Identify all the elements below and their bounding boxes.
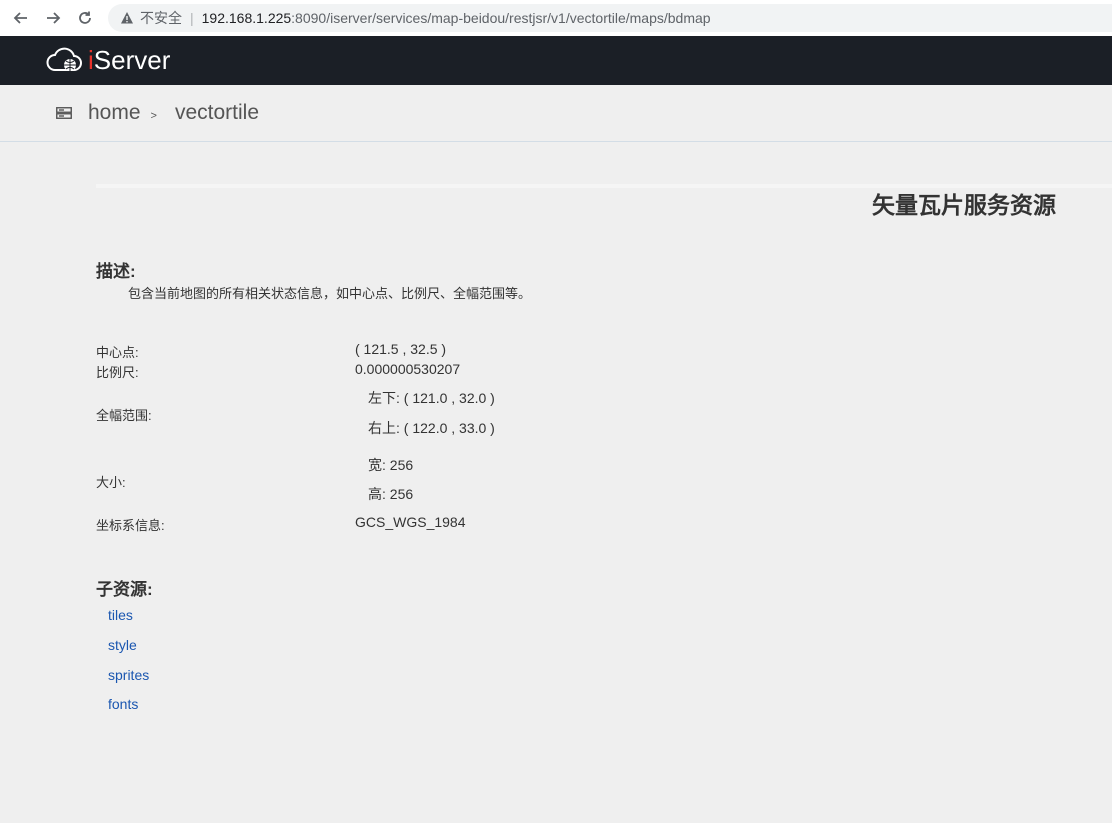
page-title: 矢量瓦片服务资源 <box>872 192 1056 218</box>
link-tiles[interactable]: tiles <box>108 607 133 623</box>
iserver-logo[interactable]: iServer <box>46 44 170 76</box>
url-divider: | <box>190 10 194 26</box>
bounds-upper-right: 右上: ( 122.0 , 33.0 ) <box>368 420 495 436</box>
server-list-icon <box>56 107 72 119</box>
crs-label: 坐标系信息: <box>96 518 165 533</box>
app-header: iServer <box>0 36 1112 85</box>
browser-toolbar: 不安全 | 192.168.1.225:8090/iserver/service… <box>0 0 1112 36</box>
center-value: ( 121.5 , 32.5 ) <box>355 341 447 357</box>
url-path: :8090/iserver/services/map-beidou/restjs… <box>291 10 711 26</box>
scale-value: 0.000000530207 <box>355 361 461 377</box>
size-width: 宽: 256 <box>368 457 414 473</box>
back-button[interactable] <box>5 0 37 36</box>
bounds-lower-left: 左下: ( 121.0 , 32.0 ) <box>368 390 495 406</box>
logo-text: iServer <box>88 45 170 76</box>
url-host: 192.168.1.225 <box>201 10 292 26</box>
scale-label: 比例尺: <box>96 365 139 380</box>
arrow-right-icon <box>47 12 61 24</box>
link-sprites[interactable]: sprites <box>108 667 149 683</box>
size-label: 大小: <box>96 475 126 490</box>
link-fonts[interactable]: fonts <box>108 696 138 712</box>
forward-button[interactable] <box>37 0 69 36</box>
children-heading: 子资源: <box>96 580 153 599</box>
breadcrumb-separator: > <box>150 110 157 122</box>
reload-button[interactable] <box>69 0 101 36</box>
logo-server: Server <box>93 44 171 75</box>
breadcrumb-current[interactable]: vectortile <box>175 101 259 125</box>
bounds-label: 全幅范围: <box>96 408 152 423</box>
breadcrumb: home > vectortile <box>0 85 1112 142</box>
description-text: 包含当前地图的所有相关状态信息，如中心点、比例尺、全幅范围等。 <box>128 286 532 301</box>
breadcrumb-home[interactable]: home <box>88 101 141 125</box>
size-height: 高: 256 <box>368 486 414 502</box>
reload-icon <box>79 11 91 24</box>
arrow-left-icon <box>13 12 27 24</box>
warning-icon <box>121 12 133 24</box>
center-label: 中心点: <box>96 345 139 360</box>
description-heading: 描述: <box>96 262 136 281</box>
link-style[interactable]: style <box>108 637 137 653</box>
address-bar[interactable]: 不安全 | 192.168.1.225:8090/iserver/service… <box>108 4 1112 32</box>
cloud-globe-icon <box>46 47 82 71</box>
insecure-label: 不安全 <box>140 10 182 26</box>
crs-value: GCS_WGS_1984 <box>355 514 466 530</box>
